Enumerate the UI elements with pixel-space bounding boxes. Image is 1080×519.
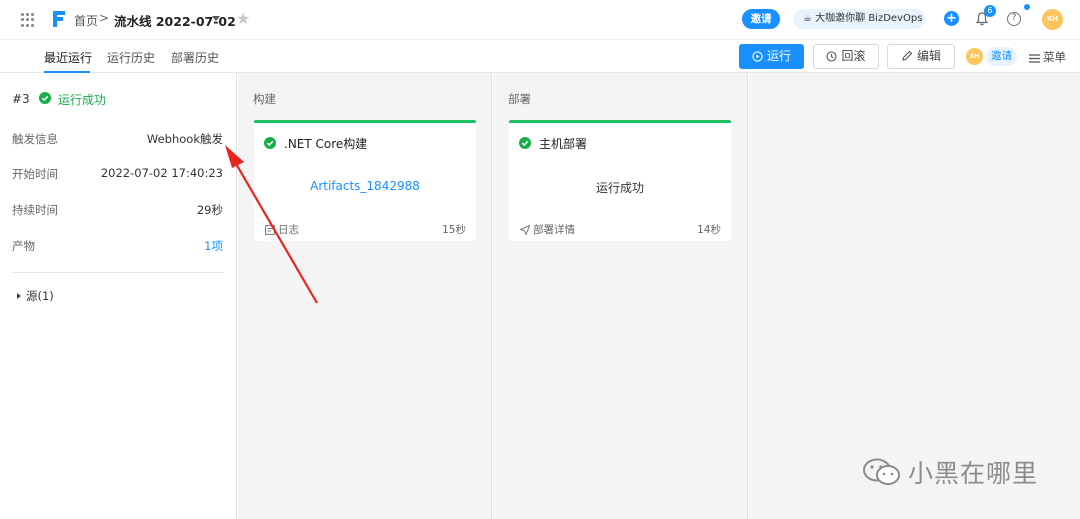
app-grid-icon[interactable] (21, 13, 35, 27)
duration-label: 持续时间 (12, 203, 58, 217)
run-status-text: 运行成功 (58, 93, 107, 107)
history-icon (826, 51, 838, 62)
chevron-down-icon[interactable] (212, 16, 220, 21)
start-time-label: 开始时间 (12, 167, 58, 181)
breadcrumb-separator: > (99, 11, 110, 25)
rollback-button[interactable]: 回滚 (813, 44, 879, 69)
user-avatar[interactable]: XH (1042, 9, 1063, 30)
job-duration: 15秒 (442, 224, 466, 236)
check-circle-icon (264, 137, 276, 149)
watermark: 小黑在哪里 (862, 455, 1038, 489)
check-circle-icon (519, 137, 531, 149)
run-info-panel: #3 运行成功 触发信息 Webhook触发 开始时间 2022-07-02 1… (0, 73, 237, 519)
run-button-label: 运行 (766, 49, 791, 63)
job-name: .NET Core构建 (284, 137, 368, 151)
artifacts-label: 产物 (12, 239, 35, 253)
duration-value: 29秒 (196, 203, 223, 217)
panel-divider (12, 272, 224, 273)
pencil-icon (902, 50, 913, 61)
coffee-chat-banner[interactable]: ☕ 大咖邀你聊 BizDevOps (793, 9, 925, 29)
deploy-status-text: 运行成功 (595, 181, 644, 195)
job-duration: 14秒 (697, 224, 721, 236)
log-link[interactable]: 日志 (265, 222, 299, 237)
stage-title: 构建 (253, 92, 276, 106)
notification-badge: 6 (984, 5, 996, 17)
log-link-label: 日志 (278, 224, 299, 236)
help-icon[interactable]: ? (1007, 12, 1021, 26)
send-icon (518, 224, 531, 236)
run-number: #3 (12, 92, 30, 106)
star-icon[interactable]: ★ (236, 10, 250, 28)
check-circle-icon (39, 92, 51, 104)
menu-icon (1029, 54, 1040, 63)
tab-deploy-history[interactable]: 部署历史 (171, 49, 219, 66)
top-header: 首页 > 流水线 2022-07-02 ★ 邀请 ☕ 大咖邀你聊 BizDevO… (0, 0, 1080, 40)
add-icon[interactable]: + (944, 11, 959, 26)
tab-recent-runs[interactable]: 最近运行 (44, 49, 92, 66)
artifacts-link[interactable]: 1项 (204, 238, 223, 254)
source-toggle[interactable]: 源(1) (26, 288, 54, 304)
help-dot-indicator (1024, 4, 1030, 10)
rollback-button-label: 回滚 (841, 49, 866, 63)
tab-run-history[interactable]: 运行历史 (107, 49, 155, 66)
play-circle-icon (752, 51, 763, 62)
stage-empty-column (749, 73, 1080, 519)
stage-title: 部署 (508, 92, 531, 106)
breadcrumb-home[interactable]: 首页 (74, 12, 98, 29)
artifact-link[interactable]: Artifacts_1842988 (254, 179, 476, 193)
job-card-build[interactable]: .NET Core构建 Artifacts_1842988 日志 15秒 (254, 120, 476, 241)
job-card-deploy[interactable]: 主机部署 运行成功 部署详情 14秒 (509, 120, 731, 241)
run-button[interactable]: 运行 (739, 44, 804, 69)
watermark-text: 小黑在哪里 (908, 459, 1039, 488)
job-name: 主机部署 (539, 137, 588, 151)
collaborator-avatar[interactable]: XH (966, 48, 983, 65)
menu-button[interactable]: 菜单 (1029, 49, 1066, 65)
app-logo-icon[interactable] (51, 9, 67, 29)
edit-button-label: 编辑 (916, 49, 941, 63)
caret-right-icon[interactable] (17, 293, 21, 299)
invite-collaborator-button[interactable]: 邀请 (986, 47, 1017, 66)
log-icon (265, 225, 275, 235)
deploy-details-label: 部署详情 (533, 224, 575, 236)
stage-deploy-column: 部署 主机部署 运行成功 部署详情 14秒 (493, 73, 748, 519)
invite-button[interactable]: 邀请 (742, 9, 780, 29)
deploy-details-link[interactable]: 部署详情 (518, 222, 575, 237)
stage-build-column: 构建 .NET Core构建 Artifacts_1842988 日志 15秒 (238, 73, 492, 519)
menu-button-label: 菜单 (1043, 50, 1066, 64)
start-time-value: 2022-07-02 17:40:23 (100, 166, 223, 180)
trigger-info-label: 触发信息 (12, 132, 58, 146)
trigger-info-value: Webhook触发 (146, 132, 223, 146)
edit-button[interactable]: 编辑 (887, 44, 955, 69)
wechat-icon (863, 458, 900, 485)
